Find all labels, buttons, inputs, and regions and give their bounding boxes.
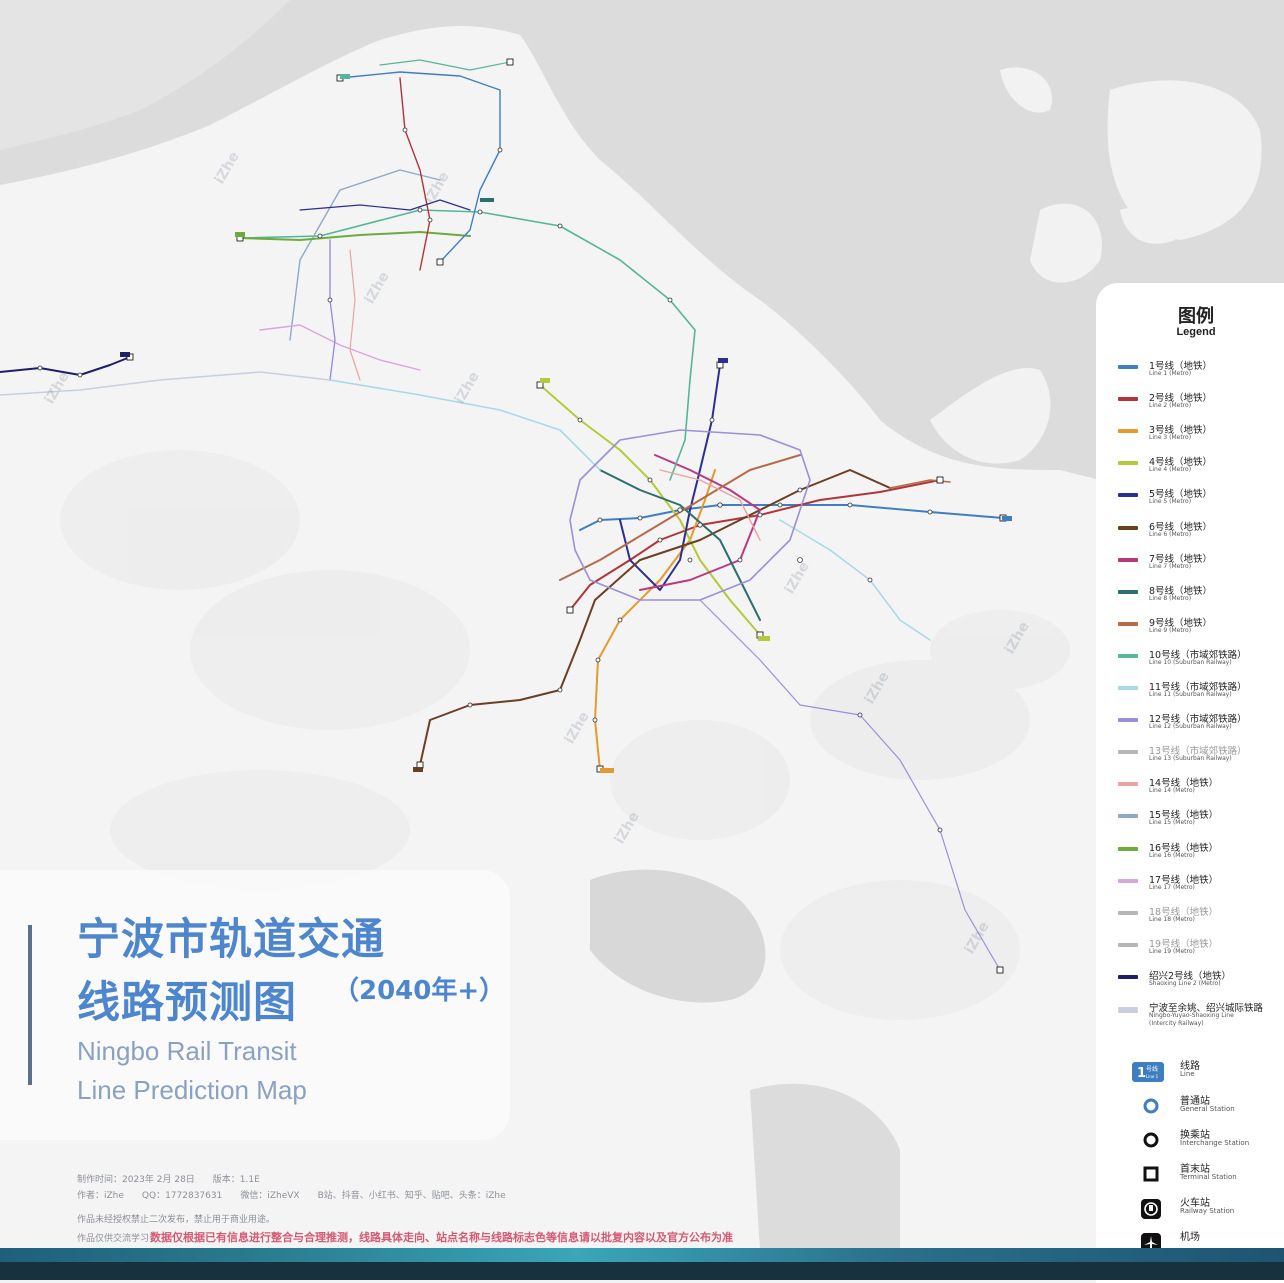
legend-line-row: 6号线（地铁） Line 6 (Metro) — [1118, 522, 1284, 550]
legend-line-name-en: Line 12 (Suburban Railway) — [1149, 723, 1232, 731]
interchange-station-icon — [1143, 1132, 1159, 1148]
legend-line-swatch — [1118, 718, 1138, 723]
legend-line-name-en: Line 4 (Metro) — [1149, 466, 1192, 474]
legend-line-name-en: Line 13 (Suburban Railway) — [1149, 755, 1232, 763]
legend-line-row: 14号线（地铁） Line 14 (Metro) — [1118, 778, 1284, 806]
legend-line-row: 8号线（地铁） Line 8 (Metro) — [1118, 586, 1284, 614]
title-year: （2040年+） — [333, 976, 506, 1006]
meta-author: 作者：iZhe QQ：1772837631 微信：iZheVX B站、抖音、小红… — [77, 1191, 506, 1201]
svg-text:Line 1: Line 1 — [1146, 1074, 1159, 1079]
legend-line-name-en: Line 11 (Suburban Railway) — [1149, 691, 1232, 698]
legend-line-swatch — [1118, 461, 1138, 466]
railway-station-icon — [1141, 1199, 1161, 1219]
legend-line-swatch — [1118, 621, 1138, 626]
legend-line-row: 9号线（地铁） Line 9 (Metro) — [1118, 618, 1284, 646]
legend-line-row: 1号线（地铁） Line 1 (Metro) — [1118, 361, 1284, 389]
legend-line-row: 11号线（市域郊铁路） Line 11 (Suburban Railway) — [1118, 682, 1284, 710]
legend-line-row: 宁波至余姚、绍兴城际铁路 Ningbo-Yuyao-Shaoxing Line (I… — [1118, 1003, 1284, 1031]
legend-line-name-en: Line 8 (Metro) — [1149, 594, 1192, 602]
terminal-station-icon — [1143, 1166, 1159, 1182]
legend-line-swatch — [1118, 365, 1138, 369]
legend-line-swatch — [1118, 493, 1138, 498]
legend-line-row: 2号线（地铁） Line 2 (Metro) — [1118, 393, 1284, 421]
legend-line-swatch — [1118, 429, 1138, 434]
meta-copyright: 作品未经授权禁止二次发布，禁止用于商业用途。 — [77, 1215, 276, 1225]
legend-line-row: 16号线（地铁） Line 16 (Metro) — [1118, 843, 1284, 871]
legend-line-swatch — [1118, 814, 1138, 819]
legend-symbol-general: 普通站 General Station — [1140, 1096, 1284, 1127]
legend-line-row: 19号线（地铁） Line 19 (Metro) — [1118, 939, 1284, 967]
meta-date-version: 制作时间：2023年 2月 28日 版本：1.1E — [77, 1175, 260, 1185]
title-zh-line2: 线路预测图 — [77, 978, 297, 1028]
legend-symbol-line: 1 号线 Line 1 线路 Line — [1132, 1061, 1284, 1092]
general-station-icon — [1143, 1098, 1159, 1114]
legend-line-swatch — [1118, 878, 1138, 883]
legend-line-name-en: Line 7 (Metro) — [1149, 562, 1192, 570]
legend-line-row: 18号线（地铁） Line 18 (Metro) — [1118, 907, 1284, 935]
legend-line-name-en: Line 6 (Metro) — [1149, 530, 1192, 538]
legend-line-swatch — [1118, 942, 1138, 947]
legend-line-swatch — [1118, 686, 1138, 690]
legend-line-name-en: Line 3 (Metro) — [1149, 434, 1192, 442]
legend-line-name-en: Line 1 (Metro) — [1149, 370, 1192, 377]
legend-line-swatch — [1118, 525, 1138, 530]
meta-notice: 数据仅根据已有信息进行整合与合理推测，线路具体走向、站点名称与线路标志色等信息请… — [150, 1231, 733, 1244]
legend-line-row: 12号线（市域郊铁路） Line 12 (Suburban Railway) — [1118, 714, 1284, 742]
legend-line-row: 15号线（地铁） Line 15 (Metro) — [1118, 810, 1284, 838]
legend-line-name-en: Line 5 (Metro) — [1149, 498, 1192, 506]
legend-line-row: 5号线（地铁） Line 5 (Metro) — [1118, 489, 1284, 517]
legend-subtitle: Legend — [1176, 326, 1216, 338]
legend-line-swatch — [1118, 910, 1138, 915]
legend-line-row: 3号线（地铁） Line 3 (Metro) — [1118, 425, 1284, 453]
legend-line-row: 13号线（市域郊铁路） Line 13 (Suburban Railway) — [1118, 746, 1284, 774]
legend-line-swatch — [1118, 782, 1138, 787]
legend-line-swatch — [1118, 557, 1138, 562]
line-badge-icon: 1 号线 Line 1 — [1132, 1062, 1164, 1082]
title-zh-line1: 宁波市轨道交通 — [77, 915, 385, 965]
legend-line-name-en: Line 15 (Metro) — [1149, 819, 1195, 827]
legend-symbol-interchange: 换乘站 Interchange Station — [1140, 1130, 1284, 1161]
legend-line-name-en: Shaoxing Line 2 (Metro) — [1149, 979, 1221, 987]
title-accent-bar — [28, 925, 32, 1085]
legend-line-row: 绍兴2号线（地铁） Shaoxing Line 2 (Metro) — [1118, 971, 1284, 999]
legend-line-swatch — [1118, 1007, 1138, 1010]
title-en-line2: Line Prediction Map — [77, 1075, 307, 1105]
legend-line-name-en: Line 17 (Metro) — [1149, 883, 1195, 891]
legend-line-swatch — [1118, 750, 1138, 755]
legend-line-name-en: Line 10 (Suburban Railway) — [1149, 658, 1232, 666]
meta-study-note: 作品仅供交流学习， — [77, 1234, 159, 1244]
legend-line-name-en: Line 18 (Metro) — [1149, 915, 1195, 923]
legend-line-name-en: Line 14 (Metro) — [1149, 787, 1195, 795]
svg-text:1: 1 — [1137, 1066, 1146, 1081]
legend-line-swatch — [1118, 589, 1138, 594]
legend-line-name-en: Ningbo-Yuyao-Shaoxing Line — [1149, 1012, 1234, 1019]
legend-symbol-label: 机场 — [1180, 1232, 1200, 1243]
legend-line-row: 7号线（地铁） Line 7 (Metro) — [1118, 554, 1284, 582]
legend-line-row: 17号线（地铁） Line 17 (Metro) — [1118, 875, 1284, 903]
legend-line-name-en2: (Intercity Railway) — [1149, 1020, 1204, 1027]
title-en-line1: Ningbo Rail Transit — [77, 1036, 297, 1066]
legend-symbol-railway: 火车站 Railway Station — [1140, 1198, 1284, 1229]
legend-line-name-en: Line 2 (Metro) — [1149, 402, 1192, 410]
svg-text:号线: 号线 — [1146, 1065, 1158, 1073]
legend-symbol-label-en: Line — [1180, 1070, 1195, 1078]
legend-symbol-label-en: Railway Station — [1180, 1207, 1235, 1215]
bottom-dark-strip — [0, 1262, 1284, 1280]
legend-line-name-en: Line 9 (Metro) — [1149, 626, 1192, 634]
legend-line-name-en: Line 19 (Metro) — [1149, 947, 1195, 955]
legend-symbol-label-en: General Station — [1180, 1105, 1235, 1113]
legend-symbol-label-en: Interchange Station — [1180, 1139, 1250, 1147]
legend-symbol-terminal: 首末站 Terminal Station — [1140, 1164, 1284, 1195]
legend-line-name-en: Line 16 (Metro) — [1149, 851, 1195, 859]
legend-line-row: 10号线（市域郊铁路） Line 10 (Suburban Railway) — [1118, 650, 1284, 678]
legend-title: 图例 — [1178, 306, 1214, 327]
legend-line-swatch — [1118, 653, 1138, 658]
legend-line-swatch — [1118, 974, 1138, 979]
legend-symbol-label-en: Terminal Station — [1180, 1173, 1237, 1181]
legend-line-swatch — [1118, 846, 1138, 851]
legend-line-swatch — [1118, 397, 1138, 402]
legend-line-row: 4号线（地铁） Line 4 (Metro) — [1118, 457, 1284, 485]
